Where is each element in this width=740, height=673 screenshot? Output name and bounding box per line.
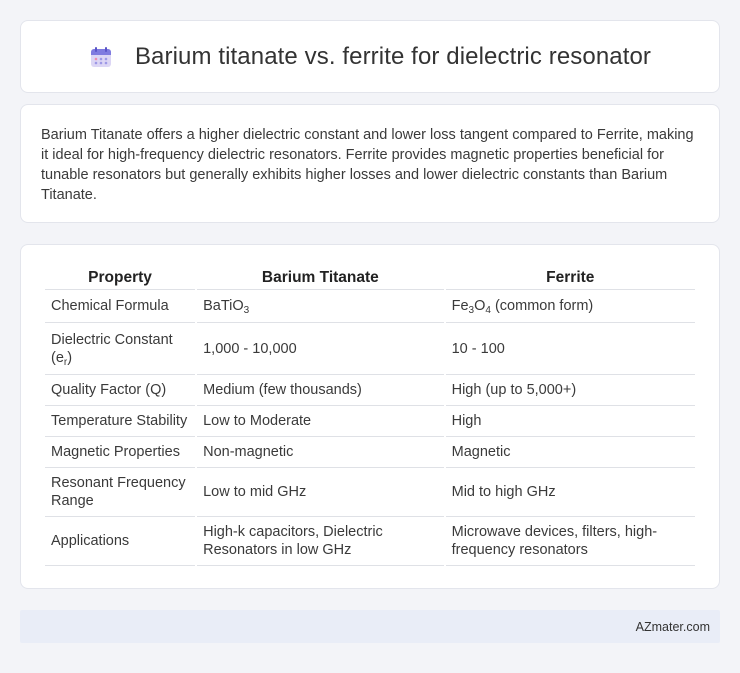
- ferrite-cell: 10 - 100: [445, 323, 695, 375]
- barium-titanate-cell: Non-magnetic: [197, 437, 444, 468]
- table-row: Quality Factor (Q) Medium (few thousands…: [45, 375, 695, 406]
- title-card: Barium titanate vs. ferrite for dielectr…: [20, 20, 720, 93]
- ferrite-cell: Fe3O4 (common form): [445, 290, 695, 323]
- table-row: Applications High-k capacitors, Dielectr…: [45, 517, 695, 566]
- table-row: Resonant Frequency Range Low to mid GHz …: [45, 468, 695, 517]
- property-cell: Quality Factor (Q): [45, 375, 196, 406]
- page-title: Barium titanate vs. ferrite for dielectr…: [134, 42, 652, 70]
- calendar-icon: [90, 46, 111, 67]
- header-barium-titanate: Barium Titanate: [197, 265, 444, 290]
- barium-titanate-cell: 1,000 - 10,000: [197, 323, 444, 375]
- header-property: Property: [45, 265, 196, 290]
- summary-card: Barium Titanate offers a higher dielectr…: [20, 104, 720, 223]
- comparison-table: Property Barium Titanate Ferrite Chemica…: [43, 265, 697, 566]
- table-row: Chemical Formula BaTiO3 Fe3O4 (common fo…: [45, 290, 695, 323]
- table-header-row: Property Barium Titanate Ferrite: [45, 265, 695, 290]
- property-cell: Magnetic Properties: [45, 437, 196, 468]
- table-row: Magnetic Properties Non-magnetic Magneti…: [45, 437, 695, 468]
- ferrite-cell: High (up to 5,000+): [445, 375, 695, 406]
- ferrite-cell: Magnetic: [445, 437, 695, 468]
- ferrite-cell: Mid to high GHz: [445, 468, 695, 517]
- barium-titanate-cell: BaTiO3: [197, 290, 444, 323]
- table-row: Temperature Stability Low to Moderate Hi…: [45, 406, 695, 437]
- property-cell: Chemical Formula: [45, 290, 196, 323]
- table-row: Dielectric Constant (er) 1,000 - 10,000 …: [45, 323, 695, 375]
- ferrite-cell: Microwave devices, filters, high-frequen…: [445, 517, 695, 566]
- header-ferrite: Ferrite: [445, 265, 695, 290]
- property-cell: Temperature Stability: [45, 406, 196, 437]
- barium-titanate-cell: High-k capacitors, Dielectric Resonators…: [197, 517, 444, 566]
- property-cell: Applications: [45, 517, 196, 566]
- footer: AZmater.com: [20, 610, 720, 643]
- comparison-table-card: Property Barium Titanate Ferrite Chemica…: [20, 244, 720, 589]
- barium-titanate-cell: Medium (few thousands): [197, 375, 444, 406]
- footer-brand[interactable]: AZmater.com: [636, 620, 710, 634]
- ferrite-cell: High: [445, 406, 695, 437]
- barium-titanate-cell: Low to mid GHz: [197, 468, 444, 517]
- property-cell: Resonant Frequency Range: [45, 468, 196, 517]
- summary-text: Barium Titanate offers a higher dielectr…: [41, 127, 694, 203]
- barium-titanate-cell: Low to Moderate: [197, 406, 444, 437]
- property-cell: Dielectric Constant (er): [45, 323, 196, 375]
